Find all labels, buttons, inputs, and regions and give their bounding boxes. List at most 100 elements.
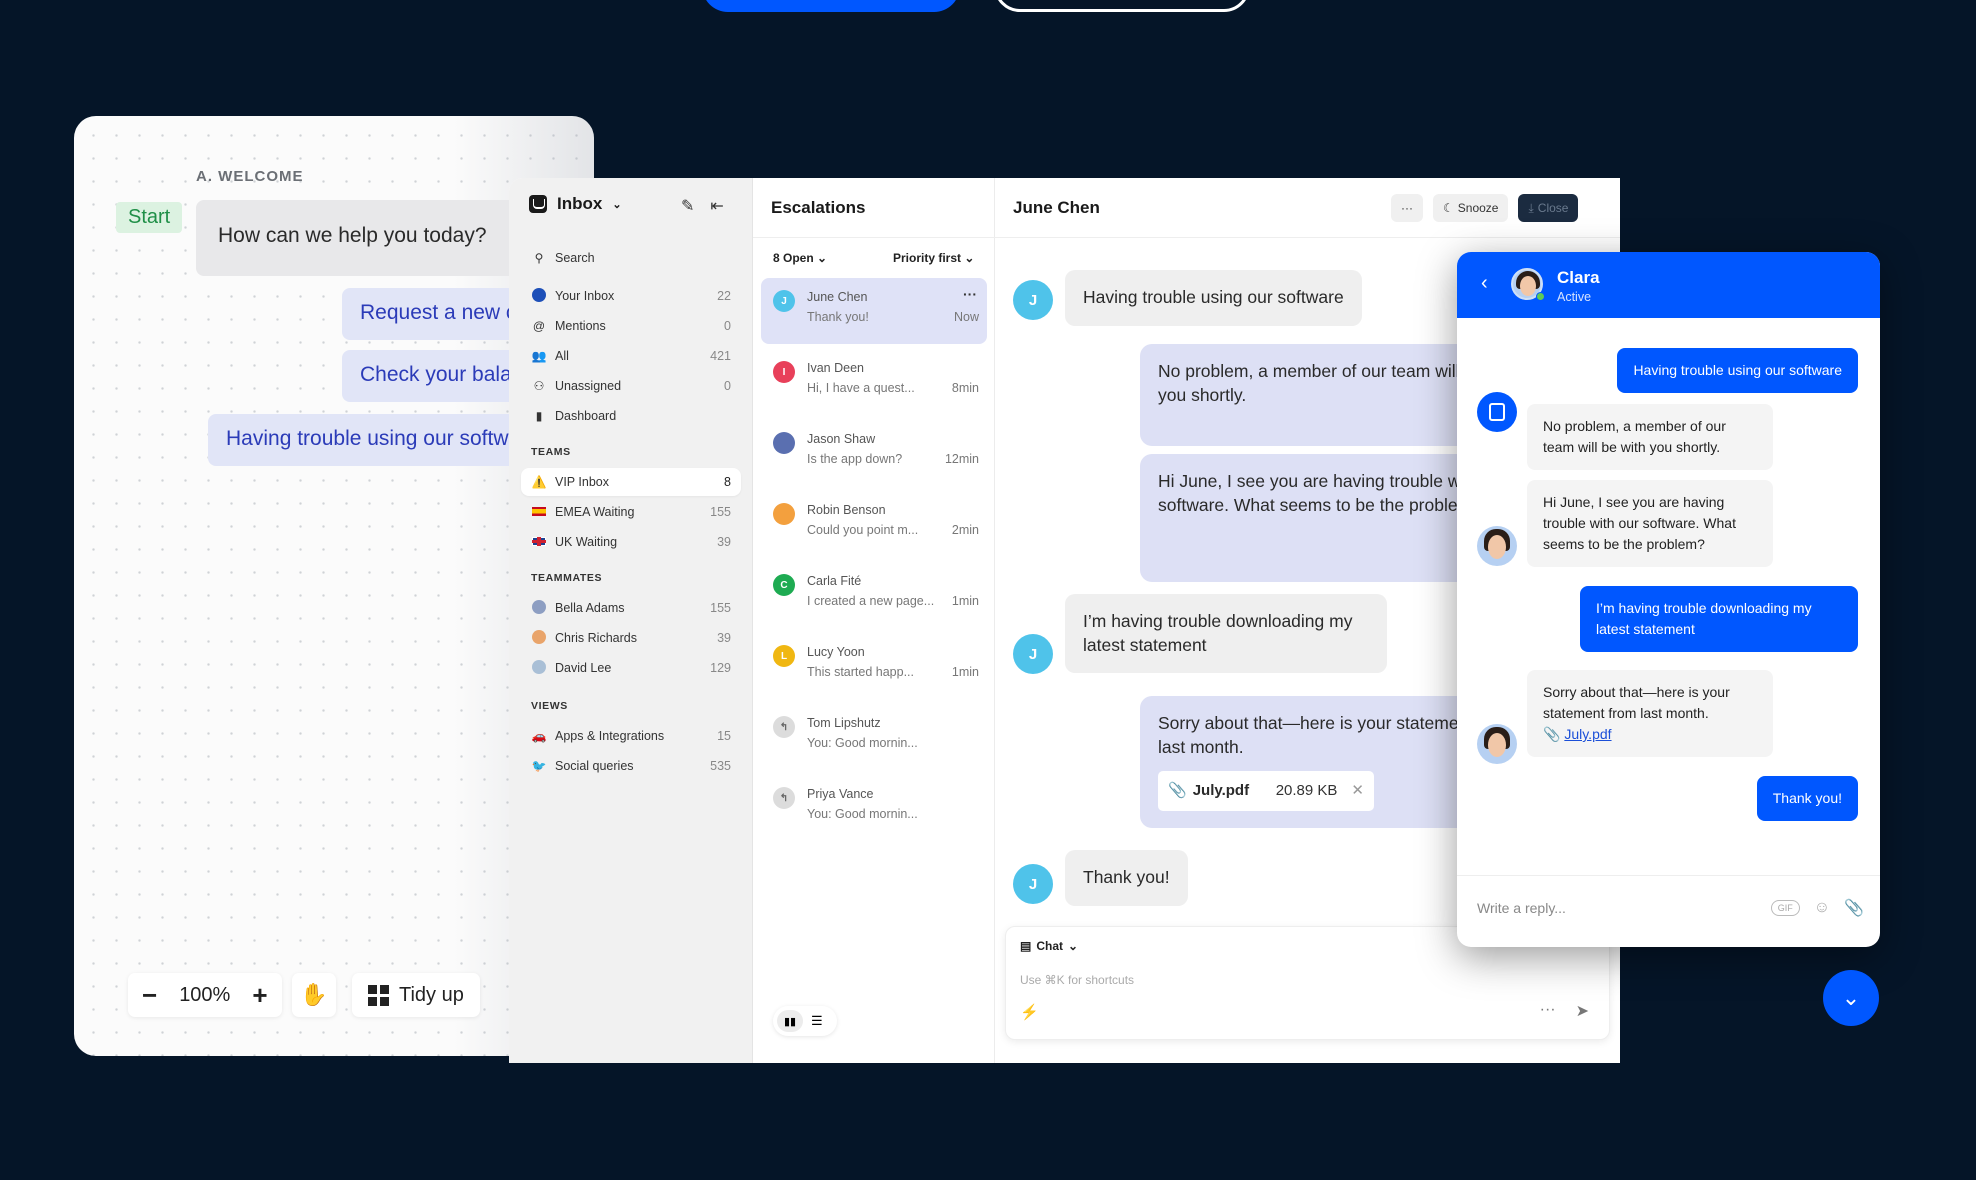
people-icon: 👥 — [531, 349, 547, 363]
remove-attachment-icon[interactable]: ✕ — [1351, 781, 1364, 801]
sidebar-item-all[interactable]: 👥 All 421 — [521, 342, 741, 370]
moon-icon: ☾ — [1443, 201, 1454, 215]
zoom-in-button[interactable]: + — [252, 982, 267, 1008]
more-button[interactable]: ··· — [1391, 194, 1423, 222]
sidebar-search[interactable]: ⚲ Search — [521, 244, 741, 272]
start-badge: Start — [116, 202, 183, 233]
bot-message: No problem, a member of our team will be… — [1527, 404, 1773, 470]
sidebar-item-label: EMEA Waiting — [555, 505, 635, 519]
conversation-list-item[interactable]: ↰ Tom Lipshutz You: Good mornin... — [761, 704, 987, 770]
message-text: Sorry about that—here is your statement … — [1543, 684, 1730, 721]
zoom-out-button[interactable]: − — [142, 982, 157, 1008]
conversation-list-item[interactable]: ↰ Priya Vance You: Good mornin... — [761, 775, 987, 841]
close-label: Close — [1537, 201, 1569, 215]
split-view-icon[interactable]: ▮▮ — [777, 1010, 803, 1032]
chat-mode-dropdown[interactable]: ▤ Chat ⌄ — [1020, 939, 1078, 953]
car-icon: 🚗 — [531, 729, 547, 743]
zoom-level: 100% — [179, 983, 231, 1006]
back-icon[interactable]: ‹ — [1481, 272, 1488, 295]
user-message: Thank you! — [1756, 776, 1858, 821]
reply-input[interactable]: Write a reply... — [1477, 900, 1566, 916]
sidebar-item-dashboard[interactable]: ▮ Dashboard — [521, 402, 741, 430]
open-filter-dropdown[interactable]: 8 Open ⌄ — [773, 251, 827, 265]
gif-button[interactable]: GIF — [1770, 900, 1800, 916]
hero-primary-button[interactable] — [702, 0, 960, 12]
paperclip-icon: 📎 — [1543, 726, 1561, 742]
timestamp: 1min — [951, 665, 979, 679]
avatar: ↰ — [773, 716, 795, 738]
inbox-switcher[interactable]: Inbox ⌄ — [529, 194, 622, 214]
sort-dropdown[interactable]: Priority first ⌄ — [893, 251, 974, 265]
compose-icon[interactable]: ✎ — [681, 196, 694, 216]
conversation-list-item[interactable]: Jason Shaw Is the app down? 12min — [761, 420, 987, 486]
sidebar-item-chris-richards[interactable]: Chris Richards 39 — [521, 624, 741, 652]
emoji-icon[interactable]: ☺ — [1814, 899, 1830, 917]
tidy-up-button[interactable]: Tidy up — [352, 973, 480, 1017]
customer-avatar: J — [1013, 634, 1053, 674]
pan-tool-button[interactable]: ✋ — [292, 973, 336, 1017]
sidebar-item-unassigned[interactable]: ⚇ Unassigned 0 — [521, 372, 741, 400]
contact-name: Tom Lipshutz — [807, 716, 881, 730]
sidebar-item-count: 155 — [710, 505, 731, 519]
attachment-chip[interactable]: 📎 July.pdf 20.89 KB ✕ — [1158, 771, 1374, 812]
views-header: VIEWS — [531, 700, 568, 712]
sort-label: Priority first — [893, 251, 962, 265]
chevron-down-icon: ⌄ — [817, 251, 828, 265]
snooze-button[interactable]: ☾ Snooze — [1433, 194, 1509, 222]
reply-tools: GIF ☺ 📎 — [1770, 898, 1864, 918]
inbox-sidebar: Inbox ⌄ ✎ ⇤ ⚲ Search Your Inbox 22 @ Mentio… — [509, 178, 753, 1063]
agent-name: Clara — [1557, 268, 1600, 287]
sidebar-item-uk-waiting[interactable]: UK Waiting 39 — [521, 528, 741, 556]
composer-actions: ··· ➤ — [1540, 1001, 1589, 1021]
sidebar-item-david-lee[interactable]: David Lee 129 — [521, 654, 741, 682]
avatar — [531, 287, 547, 305]
sidebar-item-mentions[interactable]: @ Mentions 0 — [521, 312, 741, 340]
sidebar-item-count: 15 — [717, 729, 731, 743]
agent-status: Active — [1557, 290, 1592, 304]
scroll-down-button[interactable]: ⌄ — [1823, 970, 1879, 1026]
conversation-list: Escalations 8 Open ⌄ Priority first ⌄ JJ… — [753, 178, 995, 1063]
hero-secondary-button[interactable] — [994, 0, 1250, 12]
more-icon[interactable]: ··· — [963, 286, 977, 302]
attachment-link[interactable]: July.pdf — [1564, 726, 1611, 742]
open-filter-label: 8 Open — [773, 251, 814, 265]
attachment-icon[interactable]: 📎 — [1844, 898, 1864, 918]
sidebar-item-vip-inbox[interactable]: ⚠️ VIP Inbox 8 — [521, 468, 741, 496]
more-icon[interactable]: ··· — [1540, 1001, 1556, 1021]
sidebar-item-bella-adams[interactable]: Bella Adams 155 — [521, 594, 741, 622]
warning-icon: ⚠️ — [531, 475, 547, 489]
avatar: C — [773, 574, 795, 596]
paperclip-icon: 📎 — [1168, 782, 1187, 800]
teams-header: TEAMS — [531, 446, 571, 458]
tidy-up-label: Tidy up — [399, 983, 464, 1006]
conversation-list-item[interactable]: I Ivan Deen Hi, I have a quest... 8min — [761, 349, 987, 415]
sidebar-item-label: VIP Inbox — [555, 475, 609, 489]
conversation-list-item[interactable]: C Carla Fité I created a new page... 1min — [761, 562, 987, 628]
user-message: I’m having trouble downloading my latest… — [1580, 586, 1858, 652]
sidebar-item-label: All — [555, 349, 569, 363]
sidebar-item-label: Chris Richards — [555, 631, 637, 645]
send-icon[interactable]: ➤ — [1576, 1001, 1589, 1021]
sidebar-item-your-inbox[interactable]: Your Inbox 22 — [521, 282, 741, 310]
composer-input[interactable]: Use ⌘K for shortcuts — [1020, 973, 1134, 987]
avatar — [531, 629, 547, 647]
zoom-control: − 100% + — [128, 973, 282, 1017]
lightning-icon[interactable]: ⚡ — [1020, 1003, 1039, 1021]
bird-icon: 🐦 — [531, 759, 547, 773]
sidebar-item-count: 535 — [710, 759, 731, 773]
chevron-down-icon: ⌄ — [964, 251, 975, 265]
at-icon: @ — [532, 319, 546, 333]
timestamp: 12min — [944, 452, 979, 466]
sidebar-item-emea-waiting[interactable]: EMEA Waiting 155 — [521, 498, 741, 526]
sidebar-item-label: Mentions — [555, 319, 606, 333]
agent-message: Hi June, I see you are having trouble wi… — [1527, 480, 1773, 567]
sidebar-item-social-queries[interactable]: 🐦 Social queries 535 — [521, 752, 741, 780]
collapse-sidebar-icon[interactable]: ⇤ — [710, 196, 723, 216]
list-view-icon[interactable]: ☰ — [811, 1013, 823, 1029]
message-preview: Thank you! — [807, 310, 869, 324]
close-button[interactable]: ⤓ Close — [1518, 194, 1579, 222]
conversation-list-item[interactable]: Robin Benson Could you point m... 2min — [761, 491, 987, 557]
conversation-list-item[interactable]: J June Chen Thank you! Now ··· — [761, 278, 987, 344]
sidebar-item-apps-integrations[interactable]: 🚗 Apps & Integrations 15 — [521, 722, 741, 750]
conversation-list-item[interactable]: L Lucy Yoon This started happ... 1min — [761, 633, 987, 699]
